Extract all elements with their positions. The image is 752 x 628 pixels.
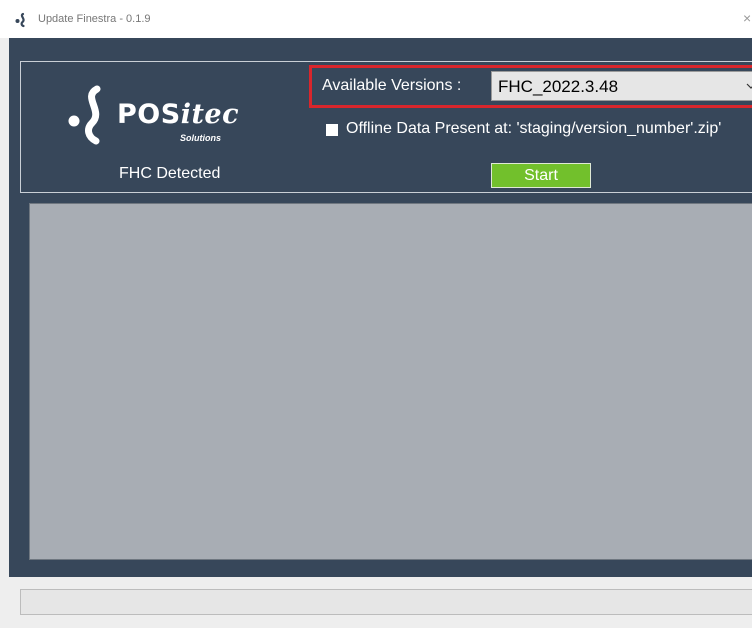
offline-data-label: Offline Data Present at: 'staging/versio… (346, 120, 722, 137)
versions-label: Available Versions : (322, 77, 462, 94)
logo-wordmark: POSitec (117, 99, 239, 130)
positec-logo: POSitec Solutions (62, 85, 252, 155)
title-bar[interactable]: Update Finestra - 0.1.9 × (0, 0, 752, 38)
chevron-down-icon (746, 83, 752, 89)
positec-swirl-icon (68, 85, 101, 145)
window-title: Update Finestra - 0.1.9 (38, 13, 151, 25)
detected-status: FHC Detected (119, 165, 221, 182)
main-panel: POSitec Solutions FHC Detected Available… (9, 38, 752, 577)
start-button[interactable]: Start (491, 163, 591, 188)
versions-dropdown[interactable]: FHC_2022.3.48 (491, 71, 752, 101)
versions-selected-value: FHC_2022.3.48 (498, 77, 619, 96)
positec-swirl-icon (15, 12, 25, 28)
logo-name-main: POS (117, 99, 181, 130)
progress-bar (20, 589, 752, 615)
logo-tagline: Solutions (180, 133, 221, 143)
offline-data-checkbox[interactable] (326, 124, 338, 136)
logo-name-italic: itec (180, 99, 240, 130)
close-icon[interactable]: × (743, 11, 751, 25)
client-area: POSitec Solutions FHC Detected Available… (0, 38, 752, 628)
update-finestra-window: Update Finestra - 0.1.9 × POSitec Soluti… (0, 0, 752, 628)
log-output-area[interactable] (29, 203, 752, 560)
